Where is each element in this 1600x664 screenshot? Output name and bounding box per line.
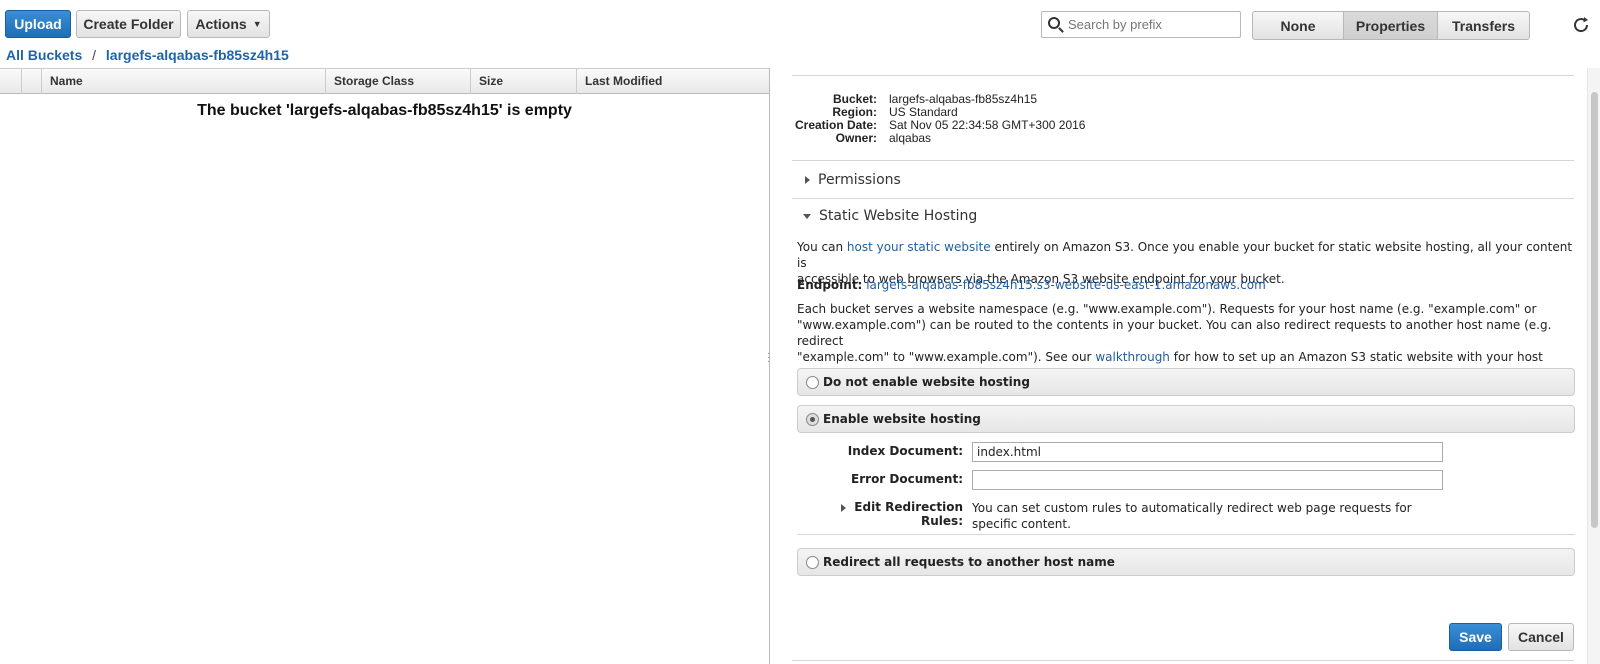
scrollbar-thumb[interactable]	[1591, 92, 1598, 528]
option-enable-hosting-label: Enable website hosting	[823, 412, 981, 426]
divider	[792, 75, 1574, 76]
option-enable-hosting[interactable]: Enable website hosting	[797, 405, 1575, 433]
column-header-storage-class[interactable]: Storage Class	[326, 69, 471, 94]
owner-value: alqabas	[889, 131, 932, 145]
edit-redirection-rules-label: Edit Redirection Rules:	[854, 500, 963, 528]
actions-label: Actions	[195, 16, 247, 32]
redirection-rules-description: You can set custom rules to automaticall…	[972, 501, 1412, 531]
index-document-input[interactable]	[972, 442, 1443, 462]
caret-right-icon	[841, 503, 847, 512]
search-icon	[1048, 17, 1060, 29]
option-redirect-requests[interactable]: Redirect all requests to another host na…	[797, 548, 1575, 576]
breadcrumb-current-link[interactable]: largefs-alqabas-fb85sz4h15	[106, 47, 289, 63]
column-header-last-modified[interactable]: Last Modified	[577, 69, 769, 94]
error-document-input[interactable]	[972, 470, 1443, 490]
static-hosting-title: Static Website Hosting	[819, 208, 978, 224]
index-document-label: Index Document:	[847, 444, 963, 458]
divider	[792, 660, 1574, 661]
radio-redirect-requests[interactable]	[806, 556, 819, 569]
creation-date-value: Sat Nov 05 22:34:58 GMT+300 2016	[889, 118, 1086, 132]
save-button[interactable]: Save	[1449, 623, 1502, 651]
view-properties-button[interactable]: Properties	[1343, 11, 1438, 40]
radio-enable-hosting[interactable]	[806, 413, 819, 426]
edit-redirection-rules-toggle[interactable]: Edit Redirection Rules:	[800, 500, 963, 528]
properties-scrollbar[interactable]	[1587, 68, 1600, 664]
endpoint-row: Endpoint: largefs-alqabas-fb85sz4h15.s3-…	[797, 277, 1266, 293]
column-header-name[interactable]: Name	[42, 69, 326, 94]
caret-down-icon	[803, 213, 811, 219]
option-disable-hosting[interactable]: Do not enable website hosting	[797, 368, 1575, 396]
column-header-size[interactable]: Size	[471, 69, 577, 94]
select-column-header[interactable]	[0, 69, 22, 94]
endpoint-link[interactable]: largefs-alqabas-fb85sz4h15.s3-website-us…	[866, 278, 1266, 292]
cancel-button[interactable]: Cancel	[1508, 623, 1574, 651]
divider	[792, 160, 1574, 161]
icon-column-header	[22, 69, 42, 94]
create-folder-button[interactable]: Create Folder	[76, 10, 181, 38]
static-hosting-section-toggle[interactable]: Static Website Hosting	[803, 208, 977, 224]
permissions-section-toggle[interactable]: Permissions	[805, 172, 901, 188]
region-value: US Standard	[889, 105, 958, 119]
view-none-button[interactable]: None	[1252, 11, 1344, 40]
empty-bucket-message: The bucket 'largefs-alqabas-fb85sz4h15' …	[197, 102, 572, 119]
creation-date-label: Creation Date:	[794, 118, 877, 132]
breadcrumb: All Buckets / largefs-alqabas-fb85sz4h15	[6, 47, 289, 63]
permissions-title: Permissions	[818, 172, 901, 188]
breadcrumb-separator: /	[92, 47, 97, 63]
caret-right-icon	[805, 176, 810, 184]
bucket-value: largefs-alqabas-fb85sz4h15	[889, 92, 1038, 106]
radio-disable-hosting[interactable]	[806, 376, 819, 389]
error-document-label: Error Document:	[851, 472, 963, 486]
actions-button[interactable]: Actions ▼	[187, 10, 270, 38]
table-header: Name Storage Class Size Last Modified	[0, 68, 769, 94]
divider	[792, 198, 1574, 199]
view-transfers-button[interactable]: Transfers	[1437, 11, 1530, 40]
upload-button[interactable]: Upload	[5, 10, 71, 38]
walkthrough-link[interactable]: walkthrough	[1095, 350, 1170, 364]
endpoint-label: Endpoint:	[797, 278, 863, 292]
search-input[interactable]	[1068, 15, 1236, 34]
search-box[interactable]	[1041, 11, 1241, 38]
chevron-down-icon: ▼	[252, 19, 262, 29]
option-redirect-requests-label: Redirect all requests to another host na…	[823, 555, 1115, 569]
breadcrumb-root-link[interactable]: All Buckets	[6, 47, 82, 63]
splitter-grip-icon[interactable]: · · ·	[767, 349, 771, 367]
owner-label: Owner:	[835, 131, 877, 145]
divider	[797, 534, 1575, 535]
option-disable-hosting-label: Do not enable website hosting	[823, 375, 1030, 389]
refresh-icon[interactable]	[1570, 14, 1592, 36]
host-static-website-link[interactable]: host your static website	[847, 240, 991, 254]
region-label: Region:	[832, 105, 877, 119]
bucket-label: Bucket:	[832, 92, 877, 106]
